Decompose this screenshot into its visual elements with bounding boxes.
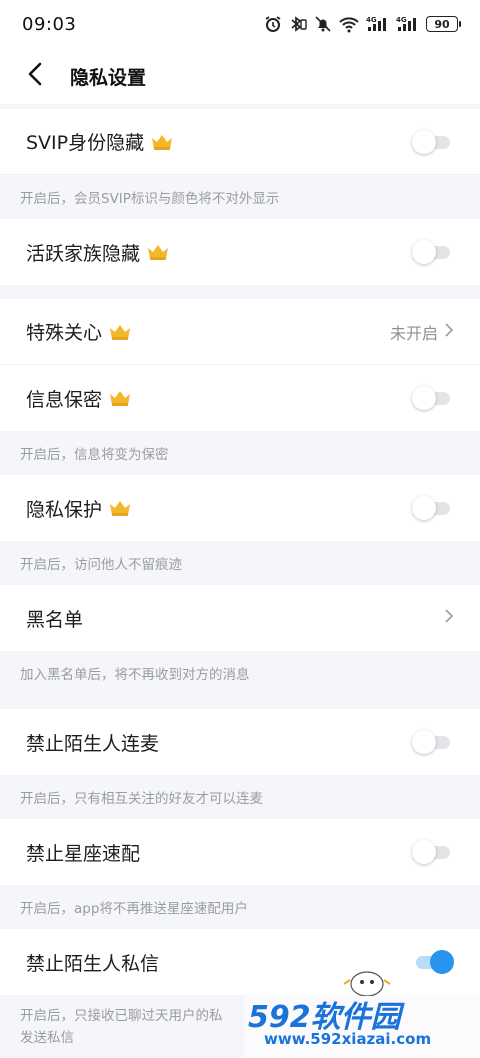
svg-text:4G: 4G xyxy=(396,16,407,24)
setting-row-special-care[interactable]: 特殊关心 未开启 xyxy=(0,299,480,365)
setting-row-no-stranger-mic: 禁止陌生人连麦 xyxy=(0,709,480,775)
chevron-left-icon xyxy=(25,61,47,91)
setting-label: 特殊关心 xyxy=(26,322,103,344)
settings-list: SVIP身份隐藏 开启后，会员SVIP标识与颜色将不对外显示 活跃家族隐藏 特殊… xyxy=(0,104,480,1053)
setting-label: SVIP身份隐藏 xyxy=(26,132,145,154)
setting-hint: 开启后，访问他人不留痕迹 xyxy=(0,541,480,585)
setting-hint-line: 开启后，只接收已聊过天用户的私 xyxy=(20,1008,223,1024)
setting-row-family-hide: 活跃家族隐藏 xyxy=(0,219,480,285)
wifi-icon xyxy=(338,15,360,33)
family-hide-toggle[interactable] xyxy=(412,240,454,264)
status-time: 09:03 xyxy=(22,13,77,35)
no-stranger-mic-toggle[interactable] xyxy=(412,730,454,754)
setting-label: 信息保密 xyxy=(26,388,103,411)
setting-row-no-star-match: 禁止星座速配 xyxy=(0,819,480,885)
setting-row-svip-hide: SVIP身份隐藏 xyxy=(0,109,480,175)
chevron-right-icon xyxy=(444,608,454,628)
divider xyxy=(0,695,480,709)
divider xyxy=(0,285,480,299)
no-star-match-toggle[interactable] xyxy=(412,840,454,864)
setting-hint: 开启后，app将不再推送星座速配用户 xyxy=(0,885,480,929)
svg-text:4G: 4G xyxy=(366,16,377,24)
setting-hint: 开启后，信息将变为保密 xyxy=(0,431,480,475)
status-bar: 09:03 4G 4G 90 xyxy=(0,0,480,48)
mute-icon xyxy=(314,15,332,33)
setting-row-blacklist[interactable]: 黑名单 xyxy=(0,585,480,651)
setting-label: 禁止星座速配 xyxy=(26,842,141,865)
setting-hint: 加入黑名单后，将不再收到对方的消息 xyxy=(0,651,480,695)
special-care-link[interactable]: 未开启 xyxy=(390,320,454,344)
crown-icon xyxy=(146,242,170,262)
signal-4g-icon: 4G xyxy=(396,15,420,33)
crown-icon xyxy=(108,498,132,518)
setting-label: 活跃家族隐藏 xyxy=(26,242,141,265)
setting-label: 禁止陌生人连麦 xyxy=(26,732,160,755)
bluetooth-icon xyxy=(288,15,308,33)
crown-icon xyxy=(108,388,132,408)
chevron-right-icon xyxy=(444,322,454,342)
no-stranger-dm-toggle[interactable] xyxy=(412,950,454,974)
battery-icon: 90 xyxy=(426,16,461,32)
svip-hide-toggle[interactable] xyxy=(412,129,454,154)
signal-4g-icon: 4G xyxy=(366,15,390,33)
privacy-protect-toggle[interactable] xyxy=(412,496,454,520)
setting-hint: 开启后，会员SVIP标识与颜色将不对外显示 xyxy=(0,175,480,219)
blacklist-link[interactable] xyxy=(444,608,454,628)
setting-row-privacy-protect: 隐私保护 xyxy=(0,475,480,541)
header: 隐私设置 xyxy=(0,48,480,104)
info-secret-toggle[interactable] xyxy=(412,386,454,410)
setting-value: 未开启 xyxy=(389,323,438,343)
status-icons: 4G 4G 90 xyxy=(264,15,461,33)
back-button[interactable] xyxy=(8,48,64,104)
setting-row-info-secret: 信息保密 xyxy=(0,365,480,431)
setting-hint-line: 发送私信 xyxy=(20,1030,74,1046)
crown-icon xyxy=(150,132,174,152)
setting-label: 禁止陌生人私信 xyxy=(26,952,160,975)
setting-hint: 开启后，只有相互关注的好友才可以连麦 xyxy=(0,775,480,819)
watermark: 592软件园 www.592xiazai.com xyxy=(244,971,480,1058)
crown-icon xyxy=(108,322,132,342)
setting-label: 黑名单 xyxy=(26,608,84,631)
page-title: 隐私设置 xyxy=(70,66,147,89)
alarm-icon xyxy=(264,15,282,33)
watermark-url: www.592xiazai.com xyxy=(264,1030,432,1048)
setting-label: 隐私保护 xyxy=(26,498,103,521)
